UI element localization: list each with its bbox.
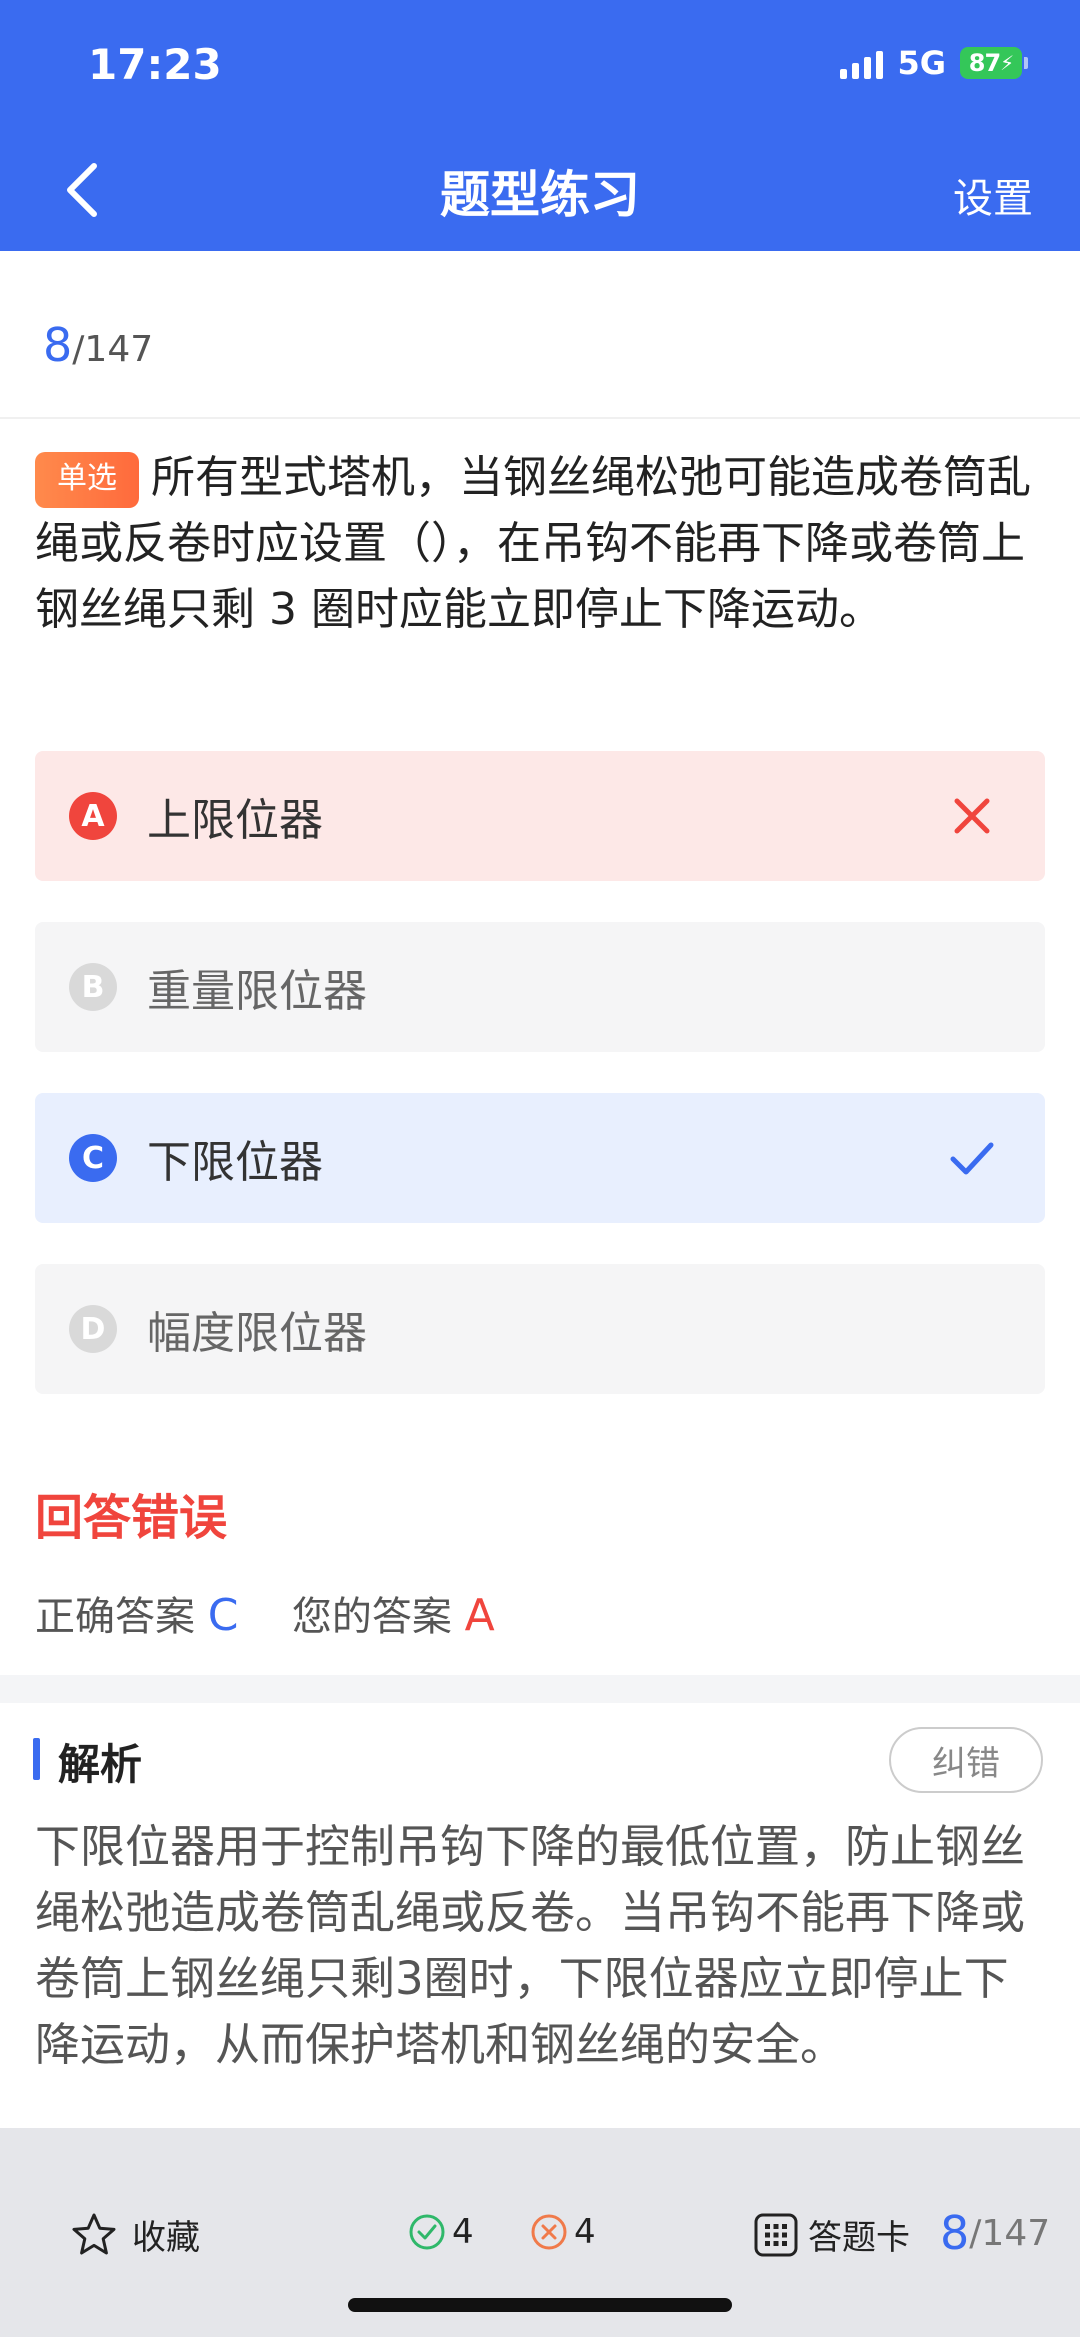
analysis-text: 下限位器用于控制吊钩下降的最低位置，防止钢丝绳松弛造成卷筒乱绳或反卷。当吊钩不能…	[35, 1820, 1026, 2071]
correct-answer-label: 正确答案	[35, 1594, 195, 1640]
result-title: 回答错误	[35, 1490, 228, 1546]
settings-button[interactable]: 设置	[953, 166, 1033, 224]
wrong-x-icon	[947, 791, 997, 841]
answer-card-button[interactable]: 答题卡	[752, 2210, 910, 2259]
option-letter: D	[69, 1305, 117, 1353]
status-icons: 5G 87 ⚡	[840, 44, 1028, 82]
question-text: 所有型式塔机，当钢丝绳松弛可能造成卷筒乱绳或反卷时应设置（），在吊钩不能再下降或…	[35, 452, 1031, 635]
analysis-title: 解析	[58, 1740, 143, 1789]
home-indicator[interactable]	[348, 2298, 732, 2312]
report-error-button[interactable]: 纠错	[889, 1727, 1043, 1793]
your-answer-value: A	[464, 1590, 495, 1641]
analysis-accent-bar	[33, 1738, 40, 1780]
x-circle-icon	[530, 2213, 568, 2251]
question-progress: 8/147	[43, 318, 153, 372]
correct-count: 4	[408, 2212, 474, 2252]
check-icon	[947, 1133, 997, 1183]
wrong-count: 4	[530, 2212, 596, 2252]
page-title: 题型练习	[440, 166, 640, 224]
option-text: 下限位器	[147, 1137, 323, 1188]
status-time: 17:23	[88, 40, 222, 89]
network-type: 5G	[897, 44, 946, 82]
progress-total: /147	[72, 329, 154, 370]
progress-current: 8	[43, 318, 73, 372]
section-separator	[0, 1675, 1080, 1703]
option-text: 重量限位器	[147, 966, 367, 1017]
battery-level: 87	[968, 49, 1001, 77]
correct-count-value: 4	[452, 2212, 474, 2252]
favorite-button[interactable]: 收藏	[70, 2210, 200, 2259]
option-a[interactable]: A 上限位器	[35, 751, 1045, 881]
option-text: 上限位器	[147, 795, 323, 846]
bottom-progress: 8/147	[940, 2206, 1050, 2260]
option-letter: A	[69, 792, 117, 840]
star-icon	[70, 2211, 118, 2259]
option-b[interactable]: B 重量限位器	[35, 922, 1045, 1052]
bottom-progress-total: /147	[969, 2212, 1051, 2254]
option-text: 幅度限位器	[147, 1308, 367, 1359]
check-circle-icon	[408, 2213, 446, 2251]
question-type-tag: 单选	[35, 452, 139, 508]
option-c[interactable]: C 下限位器	[35, 1093, 1045, 1223]
battery-icon: 87 ⚡	[960, 47, 1028, 79]
correct-answer-value: C	[207, 1590, 239, 1641]
divider	[0, 417, 1080, 419]
signal-icon	[840, 47, 884, 79]
answer-card-label: 答题卡	[808, 2218, 910, 2258]
app-header: 17:23 5G 87 ⚡ 题型练习 设置	[0, 0, 1080, 251]
option-letter: C	[69, 1134, 117, 1182]
your-answer-label: 您的答案	[291, 1594, 452, 1640]
question-stem: 单选 所有型式塔机，当钢丝绳松弛可能造成卷筒乱绳或反卷时应设置（），在吊钩不能再下…	[35, 445, 1045, 643]
answer-summary: 正确答案 C 您的答案 A	[35, 1584, 495, 1642]
option-d[interactable]: D 幅度限位器	[35, 1264, 1045, 1394]
option-letter: B	[69, 963, 117, 1011]
grid-icon	[752, 2211, 800, 2259]
bottom-progress-current: 8	[940, 2206, 970, 2260]
wrong-count-value: 4	[574, 2212, 596, 2252]
favorite-label: 收藏	[132, 2218, 200, 2258]
